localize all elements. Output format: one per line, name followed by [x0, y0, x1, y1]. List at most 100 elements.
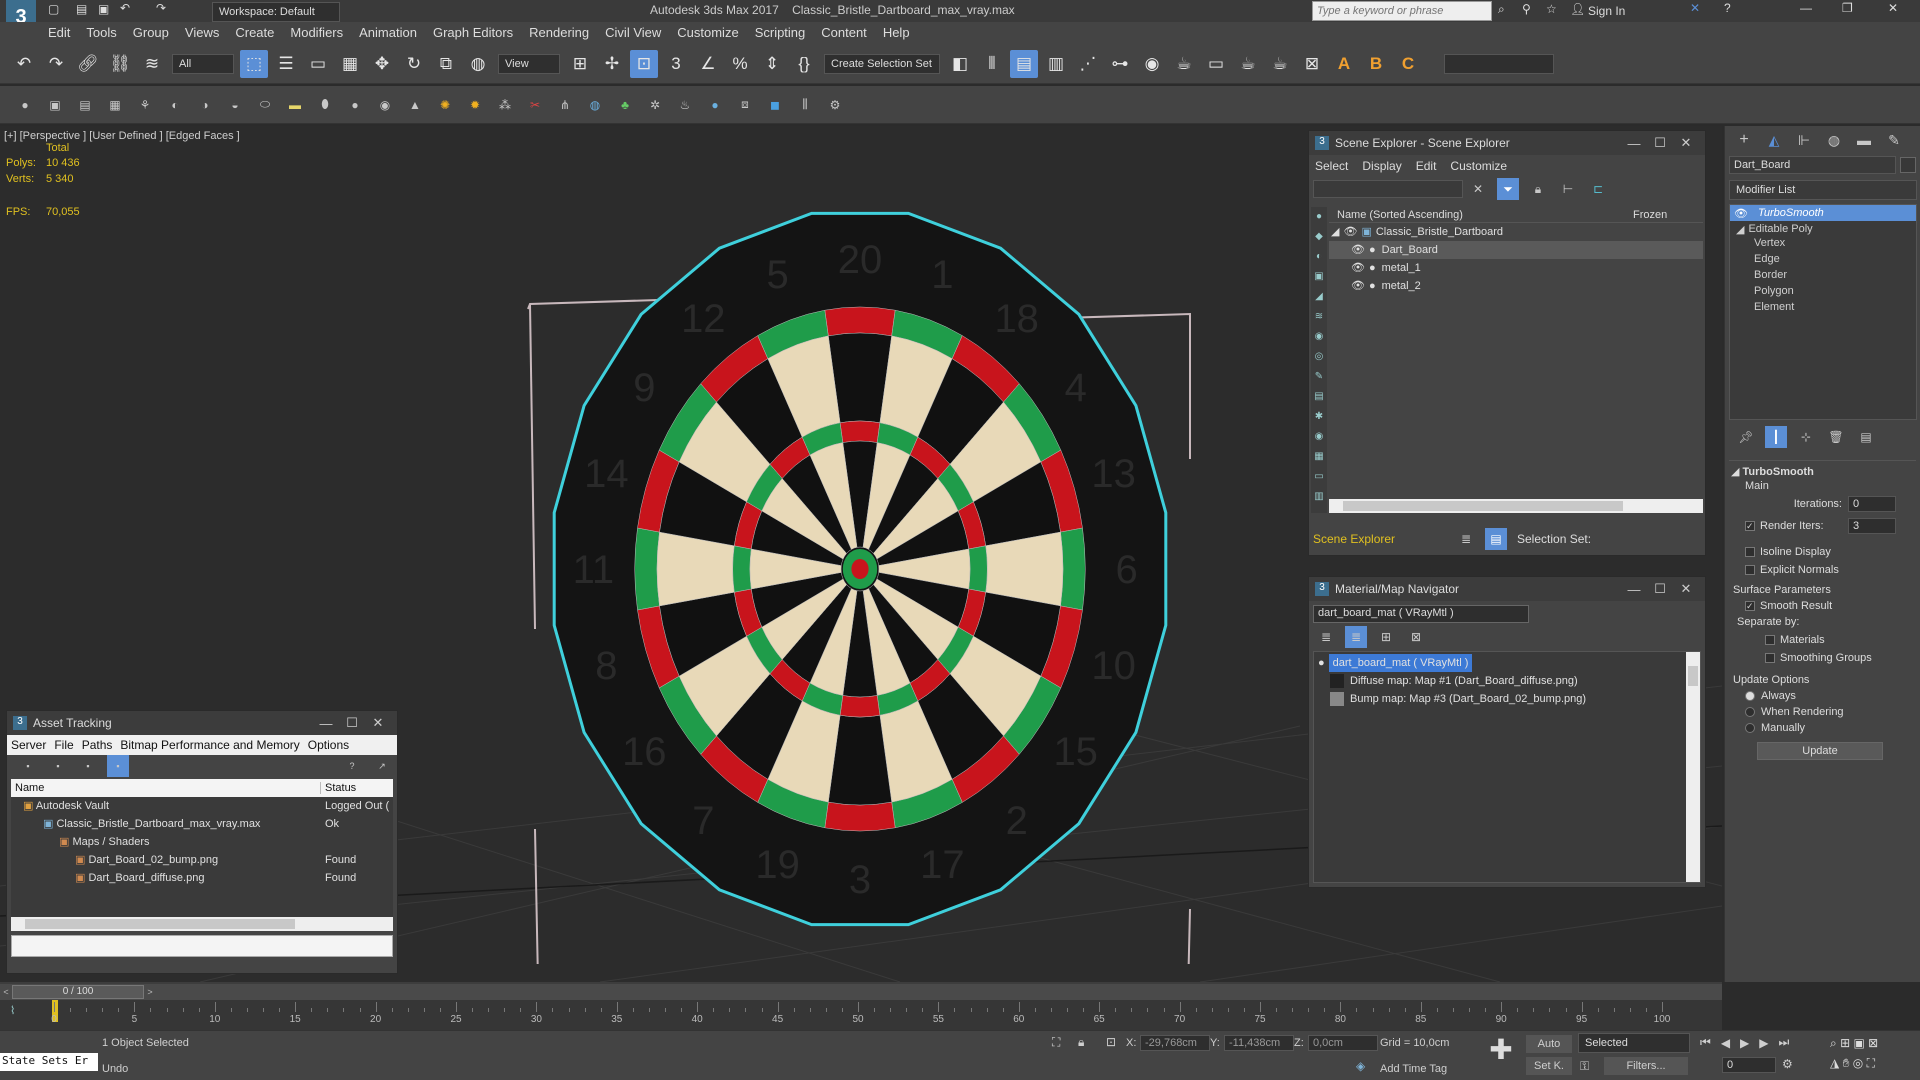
table-row[interactable]: ▣ Classic_Bristle_Dartboard_max_vray.max…: [11, 815, 393, 833]
minimize-icon[interactable]: —: [1800, 1, 1812, 15]
smooth-result-checkbox[interactable]: ✓: [1745, 601, 1755, 611]
material-vscrollbar[interactable]: [1686, 652, 1700, 882]
selection-set-dropdown[interactable]: Create Selection Set: [824, 53, 940, 74]
vray-frame-icon[interactable]: ⧈: [734, 94, 756, 116]
vray-sun-light-icon[interactable]: ✺: [434, 94, 456, 116]
sign-in-link[interactable]: Sign In: [1588, 4, 1625, 18]
menu-help[interactable]: Help: [875, 22, 918, 44]
tree-view-icon[interactable]: ▪: [107, 755, 129, 777]
place-icon[interactable]: ◍: [464, 50, 492, 78]
table-row[interactable]: ▣ Maps / Shaders: [11, 833, 393, 851]
minimize-icon[interactable]: —: [313, 716, 339, 731]
maximize-icon[interactable]: ☐: [339, 715, 365, 731]
close-icon[interactable]: ✕: [1673, 581, 1699, 597]
rollout-turbosmooth[interactable]: ◢ TurboSmooth: [1731, 465, 1914, 478]
menu-paths[interactable]: Paths: [82, 738, 113, 752]
dartboard-model[interactable]: 20 1 18 413 6 10 15 2 17 3 19 7 168 11 149 12 5: [490, 174, 1230, 964]
add-time-tag[interactable]: Add Time Tag: [1380, 1063, 1447, 1075]
absolute-mode-icon[interactable]: ⊡: [1106, 1035, 1116, 1049]
material-name-field[interactable]: dart_board_mat ( VRayMtl ): [1313, 605, 1529, 623]
play-icon[interactable]: ▶︎: [1740, 1036, 1749, 1050]
menu-tools[interactable]: Tools: [78, 22, 124, 44]
rotate-icon[interactable]: ↻: [400, 50, 428, 78]
table-row[interactable]: ▣ Dart_Board_diffuse.png Found: [11, 869, 393, 887]
schematic-view-icon[interactable]: ⊶: [1106, 50, 1134, 78]
select-manipulate-icon[interactable]: ✢: [598, 50, 626, 78]
make-unique-icon[interactable]: ⊹: [1795, 426, 1817, 448]
vray-teapot-icon[interactable]: ♨: [674, 94, 696, 116]
zoom-all-icon[interactable]: ⊞: [1840, 1036, 1850, 1050]
visibility-icon[interactable]: 👁︎: [1343, 223, 1357, 241]
material-root[interactable]: ● dart_board_mat ( VRayMtl ): [1314, 654, 1700, 672]
table-row[interactable]: ▣ Dart_Board_02_bump.png Found: [11, 851, 393, 869]
close-icon[interactable]: ✕: [1888, 1, 1898, 15]
scene-explorer-dropdown[interactable]: Scene Explorer: [1311, 532, 1451, 546]
toggle-ribbon-icon[interactable]: ▥: [1042, 50, 1070, 78]
visibility-icon[interactable]: 👁︎: [1351, 277, 1365, 295]
stack-sub-edge[interactable]: Edge: [1730, 253, 1916, 269]
vray-fur-icon[interactable]: ⚘: [134, 94, 156, 116]
clear-search-icon[interactable]: ✕: [1467, 178, 1489, 200]
sync-icon[interactable]: ⊏: [1587, 178, 1609, 200]
track-bar[interactable]: ⌇ 0 5 10 15 20 25 30 35 40 45 50 55 60 65 70 75 80 85 90 95…: [0, 1000, 1722, 1030]
material-navigator-titlebar[interactable]: 3 Material/Map Navigator — ☐ ✕: [1309, 577, 1705, 601]
visibility-icon[interactable]: 👁︎: [1351, 241, 1365, 259]
large-icons-view-icon[interactable]: ⊠: [1405, 626, 1427, 648]
time-slider-thumb[interactable]: 0 / 100: [12, 985, 144, 999]
time-tag-icon[interactable]: ◈: [1356, 1059, 1365, 1073]
close-icon[interactable]: ✕: [365, 715, 391, 731]
stack-sub-border[interactable]: Border: [1730, 269, 1916, 285]
asset-path-field[interactable]: [11, 935, 393, 957]
iterations-spinner[interactable]: 0: [1848, 496, 1896, 512]
menu-modifiers[interactable]: Modifiers: [282, 22, 351, 44]
percent-snap-icon[interactable]: %: [726, 50, 754, 78]
create-tab-icon[interactable]: +: [1733, 129, 1755, 151]
key-filters-button[interactable]: Filters...: [1604, 1057, 1688, 1075]
stack-sub-polygon[interactable]: Polygon: [1730, 285, 1916, 301]
vray-swatch-icon[interactable]: ◼: [764, 94, 786, 116]
restore-icon[interactable]: ❐: [1842, 1, 1853, 15]
render-iterative-icon[interactable]: ☕︎: [1266, 50, 1294, 78]
selection-set-icon[interactable]: ▤: [1485, 528, 1507, 550]
redo-icon[interactable]: ↷: [42, 50, 70, 78]
go-to-start-icon[interactable]: ⏮: [1700, 1035, 1711, 1050]
vray-b-icon[interactable]: B: [1362, 50, 1390, 78]
workspace-dropdown[interactable]: Workspace: Default: [212, 2, 340, 22]
hierarchy-tab-icon[interactable]: ⊩: [1793, 129, 1815, 151]
col-status[interactable]: Status: [321, 782, 356, 794]
y-coordinate-field[interactable]: -11,438cm: [1224, 1035, 1294, 1051]
align-icon[interactable]: ⫴: [978, 50, 1006, 78]
menu-bitmap-performance[interactable]: Bitmap Performance and Memory: [120, 738, 299, 752]
render-cloud-icon[interactable]: ⊠: [1298, 50, 1326, 78]
menu-display[interactable]: Display: [1362, 159, 1401, 173]
reference-coordinate-dropdown[interactable]: View: [498, 53, 560, 74]
scene-item-root[interactable]: ◢ 👁︎ ▣ Classic_Bristle_Dartboard: [1329, 223, 1703, 241]
scene-item-metal-2[interactable]: 👁︎ ● metal_2: [1329, 277, 1703, 295]
vray-sphere-blue-icon[interactable]: ●: [704, 94, 726, 116]
expand-icon[interactable]: ◢: [1736, 223, 1744, 236]
new-file-icon[interactable]: ▢: [48, 2, 59, 16]
hierarchy-icon[interactable]: ⊢: [1557, 178, 1579, 200]
small-icons-view-icon[interactable]: ⊞: [1375, 626, 1397, 648]
menu-select[interactable]: Select: [1315, 159, 1348, 173]
vray-ies-icon[interactable]: ▬: [284, 94, 306, 116]
menu-options[interactable]: Options: [308, 738, 349, 752]
stack-sub-element[interactable]: Element: [1730, 301, 1916, 317]
vray-camera-icon[interactable]: ◑: [194, 94, 216, 116]
render-setup-icon[interactable]: ☕︎: [1170, 50, 1198, 78]
scene-item-metal-1[interactable]: 👁︎ ● metal_1: [1329, 259, 1703, 277]
vray-clipper-icon[interactable]: ✂: [524, 94, 546, 116]
edit-named-sets-icon[interactable]: {}: [790, 50, 818, 78]
vray-ambient-icon[interactable]: ●: [344, 94, 366, 116]
explicit-normals-checkbox[interactable]: [1745, 565, 1755, 575]
remove-modifier-icon[interactable]: 🗑︎: [1825, 426, 1847, 448]
viewport-label[interactable]: [+] [Perspective ] [User Defined ] [Edge…: [4, 130, 240, 142]
next-key-icon[interactable]: ▶︎: [1759, 1036, 1768, 1050]
link-icon[interactable]: 🔗︎: [74, 50, 102, 78]
bind-spacewarp-icon[interactable]: ≋: [138, 50, 166, 78]
undo-icon[interactable]: ↶: [10, 50, 38, 78]
stack-sub-vertex[interactable]: Vertex: [1730, 237, 1916, 253]
vray-cap-icon[interactable]: ▲: [404, 94, 426, 116]
time-slider[interactable]: < 0 / 100 >: [0, 984, 1722, 1000]
vray-bug-icon[interactable]: ✲: [644, 94, 666, 116]
